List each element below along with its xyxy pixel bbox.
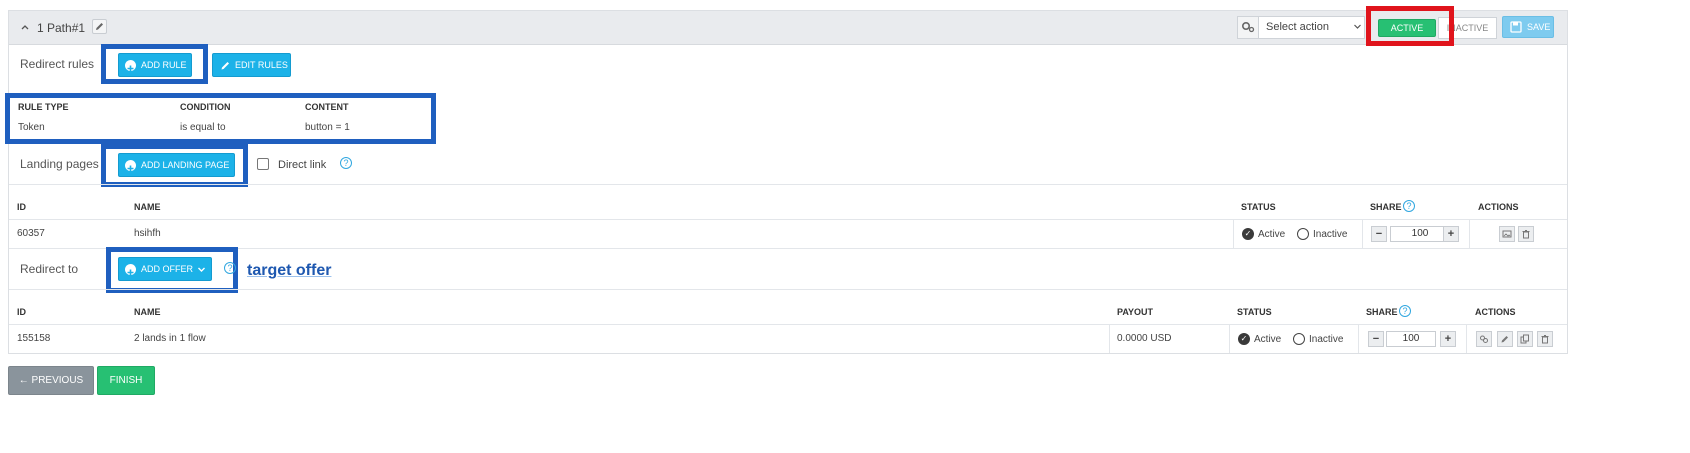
highlight-box-add-offer xyxy=(106,247,238,293)
offer-share-decrement-button[interactable]: − xyxy=(1368,331,1384,347)
offer-delete-button[interactable] xyxy=(1537,331,1553,347)
link-icon xyxy=(1480,335,1488,343)
highlight-box-add-rule xyxy=(101,44,208,84)
direct-link-label: Direct link xyxy=(278,159,327,171)
pencil-icon xyxy=(221,62,229,70)
lp-status-inactive-radio[interactable] xyxy=(1297,228,1309,240)
lp-share-decrement-button[interactable]: − xyxy=(1371,226,1387,242)
redirect-to-label: Redirect to xyxy=(20,262,79,276)
landing-pages-label: Landing pages xyxy=(20,157,99,171)
lp-id-cell: 60357 xyxy=(17,228,45,239)
save-label: SAVE xyxy=(1527,22,1551,32)
offer-copy-button[interactable] xyxy=(1517,331,1533,347)
lp-delete-button[interactable] xyxy=(1518,226,1534,242)
highlight-box-rules-table xyxy=(5,93,436,144)
offer-status-header: STATUS xyxy=(1237,307,1272,317)
offer-edit-button[interactable] xyxy=(1497,331,1513,347)
chevron-up-icon[interactable] xyxy=(20,20,32,34)
copy-icon xyxy=(1520,334,1529,344)
column-divider xyxy=(1233,219,1234,248)
lp-name-cell: hsihfh xyxy=(134,228,161,239)
lp-share-increment-button[interactable]: + xyxy=(1443,226,1459,242)
path-title: 1 Path#1 xyxy=(37,21,86,35)
lp-actions-header: ACTIONS xyxy=(1478,202,1519,212)
trash-icon xyxy=(1541,335,1549,344)
column-divider xyxy=(1362,219,1363,248)
offer-actions-header: ACTIONS xyxy=(1475,307,1516,317)
lp-share-input[interactable]: 100 xyxy=(1390,226,1450,242)
lp-status-inactive-label: Inactive xyxy=(1313,229,1348,240)
pencil-icon xyxy=(1501,336,1508,343)
share-help-icon[interactable]: ? xyxy=(1403,200,1415,212)
lp-status-active-radio[interactable]: ✓ xyxy=(1242,228,1254,240)
column-divider xyxy=(1229,324,1230,353)
offer-payout-header: PAYOUT xyxy=(1117,307,1154,317)
image-icon xyxy=(1502,230,1512,238)
column-divider xyxy=(1466,324,1467,353)
finish-button[interactable]: FINISH xyxy=(97,366,155,395)
pencil-icon xyxy=(96,23,103,30)
lp-preview-button[interactable] xyxy=(1499,226,1515,242)
chevron-down-icon xyxy=(1353,21,1362,37)
offer-status-active-radio[interactable]: ✓ xyxy=(1238,333,1250,345)
column-divider xyxy=(1358,324,1359,353)
lp-status-active-label: Active xyxy=(1258,229,1286,240)
divider xyxy=(9,219,1567,220)
offer-payout-cell: 0.0000 USD xyxy=(1117,333,1172,344)
help-icon[interactable]: ? xyxy=(340,157,352,169)
column-divider xyxy=(1109,324,1110,353)
trash-icon xyxy=(1522,230,1530,239)
lp-status-header: STATUS xyxy=(1241,202,1276,212)
offer-share-header: SHARE xyxy=(1366,307,1398,317)
offer-status-inactive-label: Inactive xyxy=(1309,334,1344,345)
highlight-box-add-landing-page xyxy=(101,144,248,187)
divider xyxy=(9,324,1567,325)
select-action-value: Select action xyxy=(1266,21,1329,33)
offer-id-header: ID xyxy=(17,307,26,317)
column-divider xyxy=(1469,219,1470,248)
divider xyxy=(9,184,1567,185)
redirect-rules-label: Redirect rules xyxy=(20,57,95,71)
lp-share-header: SHARE xyxy=(1370,202,1402,212)
offer-share-increment-button[interactable]: + xyxy=(1440,331,1456,347)
offer-status-inactive-radio[interactable] xyxy=(1293,333,1305,345)
offer-link-button[interactable] xyxy=(1476,331,1492,347)
offer-id-cell: 155158 xyxy=(17,333,51,344)
save-button[interactable]: SAVE xyxy=(1502,16,1554,38)
edit-path-button[interactable] xyxy=(92,19,107,34)
offer-status-active-label: Active xyxy=(1254,334,1282,345)
lp-name-header: NAME xyxy=(134,202,161,212)
offer-share-input[interactable]: 100 xyxy=(1386,331,1436,347)
share-help-icon[interactable]: ? xyxy=(1399,305,1411,317)
divider xyxy=(9,289,1567,290)
offer-name-cell: 2 lands in 1 flow xyxy=(134,333,206,344)
edit-rules-button[interactable]: EDIT RULES xyxy=(212,53,291,77)
offer-name-header: NAME xyxy=(134,307,161,317)
gears-icon xyxy=(1238,17,1259,38)
direct-link-checkbox[interactable] xyxy=(257,158,269,170)
lp-id-header: ID xyxy=(17,202,26,212)
highlight-box-active xyxy=(1366,6,1454,46)
previous-button[interactable]: ← PREVIOUS xyxy=(8,366,94,395)
target-offer-annotation: target offer xyxy=(247,262,332,279)
floppy-disk-icon xyxy=(1510,21,1522,33)
divider xyxy=(9,248,1567,249)
edit-rules-label: EDIT RULES xyxy=(235,60,288,70)
help-icon[interactable]: ? xyxy=(224,262,236,274)
